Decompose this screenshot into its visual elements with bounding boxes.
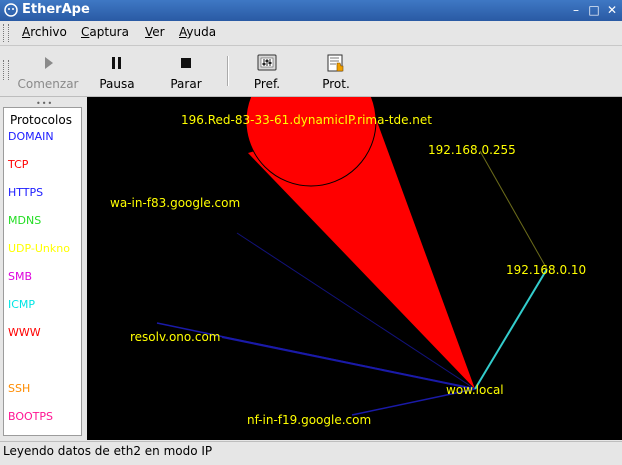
protocol-item[interactable]: SMB xyxy=(8,270,32,283)
protocol-item[interactable]: HTTPS xyxy=(8,186,43,199)
pause-button[interactable]: Pausa xyxy=(88,48,146,94)
menu-ver-label: er xyxy=(152,25,165,39)
icmp-link-local10 xyxy=(474,268,548,390)
preferences-button-label: Pref. xyxy=(253,77,281,91)
menubar-grip[interactable] xyxy=(3,24,9,42)
minimize-icon[interactable]: – xyxy=(568,2,584,18)
pause-button-label: Pausa xyxy=(99,77,135,91)
toolbar: Comenzar Pausa Parar Pref. Prot. xyxy=(0,46,622,97)
protocol-item[interactable]: NETBIOS-NS xyxy=(8,354,76,367)
protocol-item[interactable]: WWW xyxy=(8,326,41,339)
menu-archivo-mnemonic: A xyxy=(22,25,31,39)
node-label-google83[interactable]: wa-in-f83.google.com xyxy=(110,196,240,210)
protocols-button[interactable]: Prot. xyxy=(308,48,364,94)
stop-button-label: Parar xyxy=(170,77,202,91)
status-text: Leyendo datos de eth2 en modo IP xyxy=(3,444,213,458)
udp-link-bcast xyxy=(479,150,548,270)
menu-ver[interactable]: Ver xyxy=(145,25,165,39)
protocols-button-label: Prot. xyxy=(322,77,350,91)
stop-icon xyxy=(181,58,191,68)
etherape-app-icon xyxy=(4,3,18,17)
close-icon[interactable]: ✕ xyxy=(604,2,620,18)
window-title: EtherApe xyxy=(22,2,90,17)
menu-bar: Archivo Captura Ver Ayuda xyxy=(0,21,622,46)
start-button[interactable]: Comenzar xyxy=(14,48,82,94)
protocols-list: Protocolos DOMAIN TCP HTTPS MDNS UDP-Unk… xyxy=(3,107,82,436)
title-bar: EtherApe – □ ✕ xyxy=(0,0,622,21)
protocol-item[interactable]: ICMP xyxy=(8,298,35,311)
menu-captura[interactable]: Captura xyxy=(81,25,129,39)
node-label-local10[interactable]: 192.168.0.10 xyxy=(506,263,586,277)
menu-ayuda-label: yuda xyxy=(186,25,217,39)
preferences-icon xyxy=(257,54,277,71)
protocol-item[interactable]: BOOTPS xyxy=(8,410,53,423)
toolbar-separator xyxy=(227,56,229,86)
node-label-bcast[interactable]: 192.168.0.255 xyxy=(428,143,516,157)
pause-icon xyxy=(112,57,121,69)
status-bar: Leyendo datos de eth2 en modo IP xyxy=(0,441,622,465)
network-canvas[interactable]: 196.Red-83-33-61.dynamicIP.rima-tde.net … xyxy=(87,97,622,440)
preferences-button[interactable]: Pref. xyxy=(240,48,294,94)
node-label-resolv[interactable]: resolv.ono.com xyxy=(130,330,221,344)
maximize-icon[interactable]: □ xyxy=(586,2,602,18)
protocols-icon xyxy=(327,54,344,72)
protocols-panel: ••• Protocolos DOMAIN TCP HTTPS MDNS UDP… xyxy=(0,97,85,440)
menu-archivo[interactable]: Archivo xyxy=(22,25,67,39)
protocol-item[interactable]: DOMAIN xyxy=(8,130,54,143)
menu-captura-label: aptura xyxy=(89,25,129,39)
node-label-wowlocal[interactable]: wow.local xyxy=(446,383,504,397)
protocols-title: Protocolos xyxy=(10,113,72,127)
start-button-label: Comenzar xyxy=(17,77,79,91)
protocol-item[interactable]: SSH xyxy=(8,382,30,395)
menu-ayuda[interactable]: Ayuda xyxy=(179,25,216,39)
toolbar-grip[interactable] xyxy=(3,60,9,80)
stop-button[interactable]: Parar xyxy=(158,48,214,94)
protocol-item[interactable]: MDNS xyxy=(8,214,41,227)
menu-archivo-label: rchivo xyxy=(30,25,67,39)
play-icon xyxy=(45,57,53,69)
protocol-item[interactable]: UDP-Unkno xyxy=(8,242,70,255)
node-label-red83[interactable]: 196.Red-83-33-61.dynamicIP.rima-tde.net xyxy=(181,113,432,127)
protocol-item[interactable]: TCP xyxy=(8,158,28,171)
node-label-google19[interactable]: nf-in-f19.google.com xyxy=(247,413,371,427)
